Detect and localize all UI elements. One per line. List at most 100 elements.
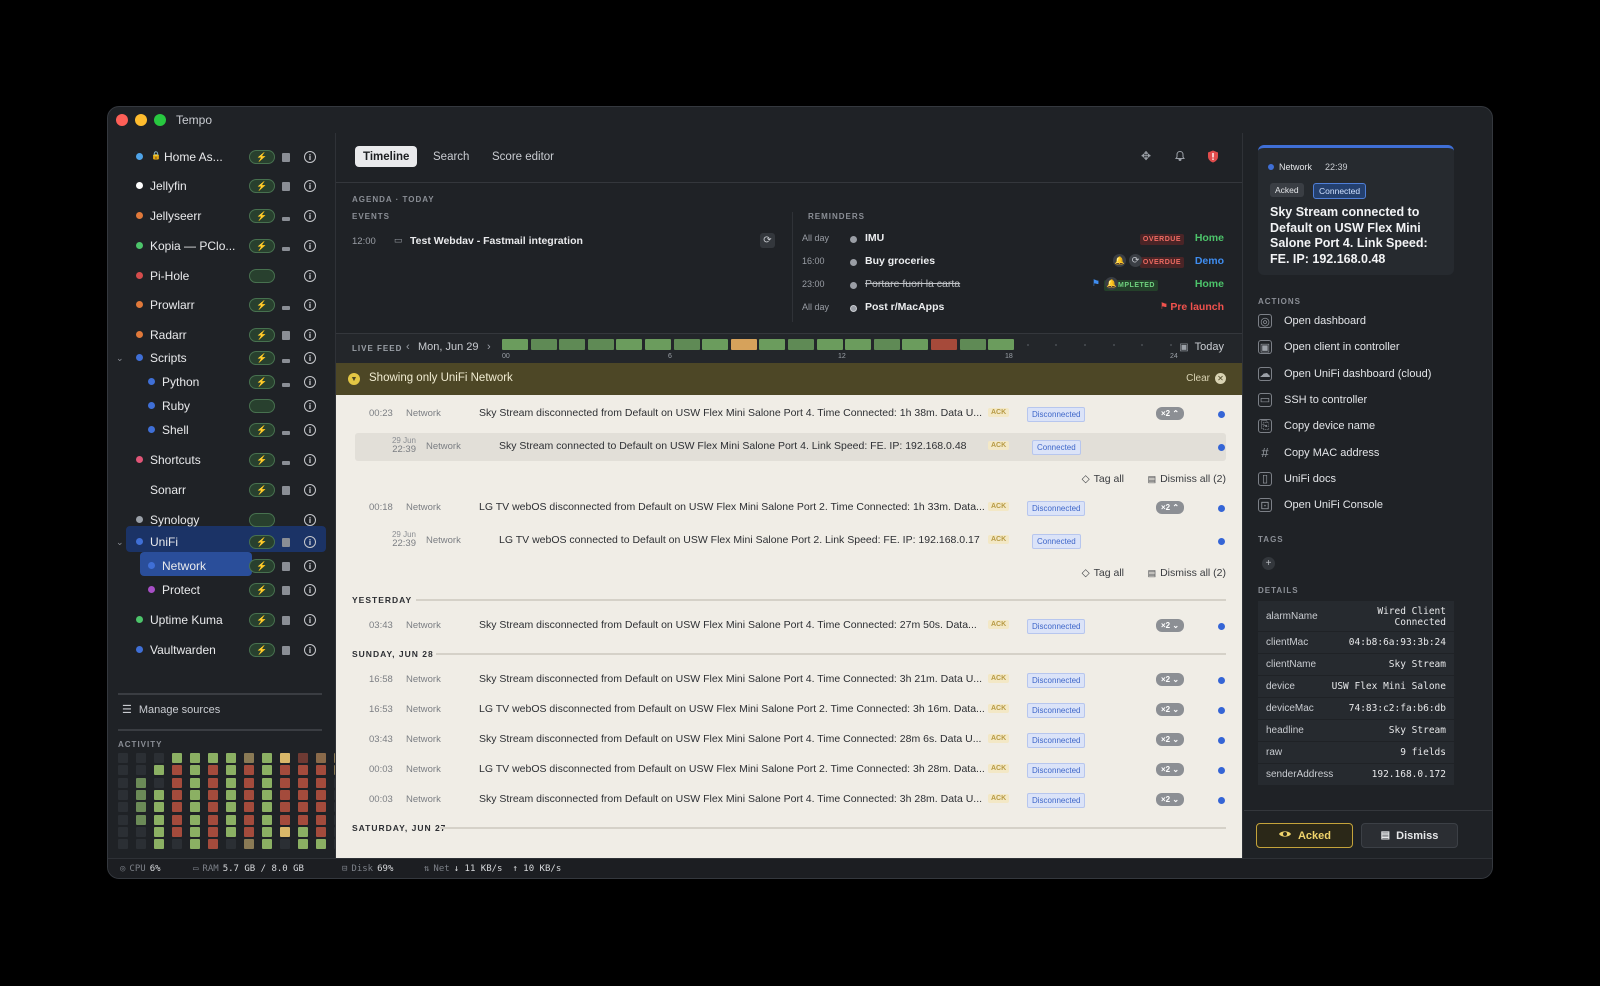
activity-cell[interactable]	[316, 765, 326, 776]
activity-cell[interactable]	[262, 826, 272, 837]
activity-cell[interactable]	[136, 777, 146, 788]
today-button[interactable]: ▣ Today	[1179, 341, 1224, 353]
stop-icon[interactable]	[282, 182, 290, 191]
activity-cell[interactable]	[244, 753, 254, 763]
enable-toggle[interactable]: ⚡	[249, 613, 275, 627]
hour-bar[interactable]	[788, 339, 814, 350]
activity-cell[interactable]	[316, 753, 326, 763]
enable-toggle[interactable]: ⚡	[249, 351, 275, 365]
dismiss-button[interactable]: ▤ Dismiss	[1361, 823, 1458, 848]
group-count-toggle[interactable]: ×2 ⌄	[1156, 733, 1185, 746]
activity-cell[interactable]	[154, 802, 164, 813]
hour-bar[interactable]	[645, 339, 671, 350]
prev-day-button[interactable]: ‹	[406, 341, 410, 353]
enable-toggle[interactable]: ⚡	[249, 643, 275, 657]
info-icon[interactable]: i	[304, 536, 316, 548]
activity-cell[interactable]	[172, 753, 182, 763]
activity-cell[interactable]	[190, 789, 200, 800]
activity-cell[interactable]	[226, 802, 236, 813]
sidebar-source-vaultwarden[interactable]: Vaultwarden ⚡ i	[108, 636, 335, 664]
group-count-toggle[interactable]: ×2 ⌄	[1156, 763, 1185, 776]
activity-cell[interactable]	[118, 826, 128, 837]
alert-shield-icon[interactable]	[1205, 148, 1221, 164]
table-row[interactable]: 00:03 Network Sky Stream disconnected from…	[336, 784, 1242, 814]
unread-dot[interactable]	[1218, 767, 1225, 774]
enable-toggle[interactable]: ⚡	[249, 423, 275, 437]
hour-bar[interactable]	[816, 339, 843, 350]
activity-cell[interactable]	[226, 753, 236, 763]
ack-badge[interactable]: ACK	[988, 734, 1010, 743]
enable-toggle[interactable]: ⚡	[249, 298, 275, 312]
activity-cell[interactable]	[298, 765, 308, 776]
sidebar-source-uptime-kuma[interactable]: Uptime Kuma ⚡ i	[108, 606, 335, 634]
info-icon[interactable]: i	[304, 614, 316, 626]
activity-cell[interactable]	[208, 826, 218, 837]
activity-cell[interactable]	[154, 765, 164, 776]
activity-cell[interactable]	[154, 826, 164, 837]
activity-cell[interactable]	[118, 802, 128, 813]
sidebar-source-jellyfin[interactable]: Jellyfin ⚡ i	[108, 172, 335, 200]
activity-cell[interactable]	[244, 777, 254, 788]
sync-icon[interactable]: ⟳	[760, 233, 775, 248]
activity-cell[interactable]	[298, 826, 308, 837]
stop-icon[interactable]	[282, 306, 290, 310]
unread-dot[interactable]	[1218, 707, 1225, 714]
ack-badge[interactable]: ACK	[988, 794, 1010, 803]
activity-cell[interactable]	[316, 802, 326, 813]
stop-icon[interactable]	[282, 331, 290, 340]
add-tag-button[interactable]: +	[1262, 557, 1275, 570]
info-icon[interactable]: i	[304, 180, 316, 192]
info-icon[interactable]: i	[304, 400, 316, 412]
tab-search[interactable]: Search	[425, 146, 477, 167]
info-icon[interactable]: i	[304, 560, 316, 572]
activity-cell[interactable]	[262, 802, 272, 813]
activity-cell[interactable]	[280, 789, 290, 800]
group-count-toggle[interactable]: ×2 ⌃	[1156, 407, 1185, 420]
action-ssh-to-controller[interactable]: ▭ SSH to controller	[1258, 390, 1367, 410]
activity-cell[interactable]	[154, 839, 164, 850]
unread-dot[interactable]	[1218, 677, 1225, 684]
bell-icon[interactable]: 🔔	[1113, 254, 1126, 267]
reminder-bullet[interactable]	[850, 259, 857, 266]
unread-dot[interactable]	[1218, 444, 1225, 451]
tab-score-editor[interactable]: Score editor	[484, 146, 562, 167]
enable-toggle[interactable]: ⚡	[249, 559, 275, 573]
activity-cell[interactable]	[172, 839, 182, 850]
detail-row[interactable]: clientMac 04:b8:6a:93:3b:24	[1258, 632, 1454, 653]
ack-badge[interactable]: ACK	[988, 620, 1010, 629]
activity-cell[interactable]	[316, 826, 326, 837]
activity-cell[interactable]	[136, 826, 146, 837]
hour-bar[interactable]	[873, 339, 900, 350]
info-icon[interactable]: i	[304, 299, 316, 311]
bell-icon[interactable]	[1172, 148, 1188, 164]
hour-bar[interactable]	[530, 339, 557, 350]
info-icon[interactable]: i	[304, 484, 316, 496]
info-icon[interactable]: i	[304, 644, 316, 656]
activity-cell[interactable]	[208, 802, 218, 813]
enable-toggle[interactable]: ⚡	[249, 239, 275, 253]
tab-timeline[interactable]: Timeline	[355, 146, 418, 167]
hour-bar[interactable]	[702, 339, 729, 350]
group-count-toggle[interactable]: ×2 ⌄	[1156, 793, 1185, 806]
ack-badge[interactable]: ACK	[988, 441, 1010, 450]
table-row[interactable]: 16:58 Network Sky Stream disconnected from…	[336, 664, 1242, 694]
enable-toggle[interactable]	[249, 399, 275, 413]
stop-icon[interactable]	[282, 431, 290, 435]
table-row[interactable]: 00:23 Network Sky Stream disconnected from…	[336, 398, 1242, 428]
table-row[interactable]: 29 Jun 22:39 Network LG TV webOS connected …	[336, 525, 1242, 555]
detail-row[interactable]: device USW Flex Mini Salone	[1258, 676, 1454, 697]
ack-badge[interactable]: ACK	[988, 502, 1010, 511]
activity-cell[interactable]	[298, 777, 308, 788]
activity-cell[interactable]	[280, 777, 290, 788]
activity-cell[interactable]	[154, 777, 164, 788]
enable-toggle[interactable]: ⚡	[249, 583, 275, 597]
reminder-item[interactable]: All day Post r/MacApps ⚑ Pre launch	[802, 297, 1224, 319]
tag-all-button[interactable]: ◇ Tag all	[1082, 473, 1124, 485]
info-icon[interactable]: i	[304, 329, 316, 341]
clear-filter-button[interactable]: Clear ✕	[1186, 373, 1226, 384]
info-icon[interactable]: i	[304, 454, 316, 466]
sidebar-source-shortcuts[interactable]: Shortcuts ⚡ i	[108, 446, 335, 474]
reminder-item[interactable]: 23:00 Portare fuori la carta COMPLETED ⚑ 🔔 Ho…	[802, 274, 1224, 296]
sidebar-source-jellyseerr[interactable]: Jellyseerr ⚡ i	[108, 202, 335, 230]
activity-cell[interactable]	[172, 826, 182, 837]
